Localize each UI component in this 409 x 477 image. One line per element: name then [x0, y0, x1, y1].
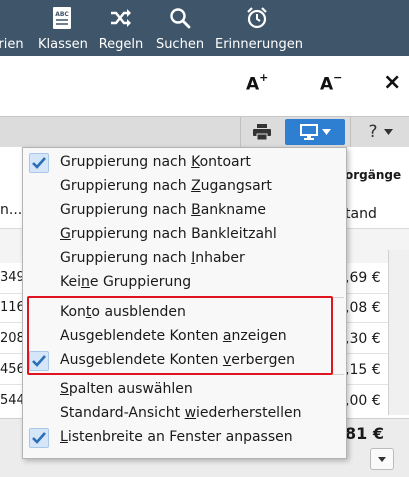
menu-item[interactable]: Ausgeblendete Konten anzeigen [23, 325, 346, 349]
printer-icon [253, 124, 271, 140]
table-cell: 456 [0, 362, 24, 377]
menu-item[interactable]: Gruppierung nach Zugangsart [23, 175, 346, 199]
menu-item-mnemonic: Z [191, 178, 201, 194]
checkmark-icon [29, 351, 49, 371]
menu-item-mnemonic: B [191, 202, 201, 218]
toolbar-label: Erinnerungen [215, 37, 303, 52]
checkmark-slot [29, 249, 49, 269]
checkmark-slot [29, 177, 49, 197]
menu-item-mnemonic: K [191, 154, 200, 170]
toolbar-calendar-button[interactable]: rien [0, 6, 26, 52]
menu-item-label: Ausgeblendete Konten anzeigen [60, 328, 287, 344]
print-button[interactable] [240, 117, 283, 147]
menu-item-label: Ausgeblendete Konten verbergen [60, 352, 295, 368]
menu-item-mnemonic: n [81, 274, 90, 290]
font-size-bar: A+ A− × [0, 56, 409, 116]
help-button[interactable]: ? [350, 117, 409, 147]
table-section-header: orgänge [345, 168, 402, 182]
menu-item[interactable]: Gruppierung nach Inhaber [23, 247, 346, 271]
menu-item-label: Gruppierung nach Kontoart [60, 154, 251, 170]
alarm-clock-icon [215, 6, 299, 30]
column-header-name[interactable]: n... [0, 202, 22, 218]
close-icon[interactable]: × [383, 70, 401, 95]
checkmark-slot [29, 404, 49, 424]
menu-item-label: Gruppierung nach Bankleitzahl [60, 226, 277, 242]
table-cell: 544 [0, 393, 24, 408]
menu-item-mnemonic: a [222, 328, 232, 344]
toolbar-regeln-button[interactable]: Regeln [98, 6, 144, 52]
checkmark-slot [29, 303, 49, 323]
chevron-down-icon [378, 456, 386, 462]
toolbar-klassen-button[interactable]: ABC Klassen [38, 6, 88, 52]
toolbar-suchen-button[interactable]: Suchen [155, 6, 205, 52]
checkmark-icon [29, 428, 49, 448]
table-cell: ,69 € [345, 270, 381, 286]
checkmark-slot [29, 273, 49, 293]
table-cell: ,30 € [345, 331, 381, 347]
menu-item-label: Gruppierung nach Zugangsart [60, 178, 272, 194]
search-icon [155, 6, 205, 30]
increase-font-button[interactable]: A+ [246, 71, 268, 95]
menu-item-label: Konto ausblenden [60, 304, 186, 320]
checkmark-icon [29, 153, 49, 173]
menu-item-mnemonic: w [184, 405, 197, 421]
main-toolbar: rien ABC Klassen Regeln Suchen Erinnerun… [0, 0, 409, 56]
menu-separator [54, 297, 344, 298]
decrease-font-button[interactable]: A− [320, 71, 342, 95]
svg-text:ABC: ABC [55, 11, 69, 18]
menu-item[interactable]: Konto ausblenden [23, 301, 346, 325]
toolbar-label: Suchen [155, 37, 205, 52]
toolbar-label: Regeln [98, 37, 144, 52]
menu-item[interactable]: Listenbreite an Fenster anpassen [23, 426, 346, 450]
abc-list-icon: ABC [38, 6, 86, 30]
toolbar-label: Klassen [38, 37, 88, 52]
menu-item[interactable]: Gruppierung nach Bankleitzahl [23, 223, 346, 247]
menu-item-mnemonic: S [60, 381, 69, 397]
view-options-menu: Gruppierung nach Kontoart Gruppierung nac… [22, 147, 347, 459]
menu-item-mnemonic: L [60, 429, 68, 445]
total-value: 81 € [345, 424, 384, 443]
table-cell: ,15 € [345, 362, 381, 378]
checkmark-slot [29, 225, 49, 245]
table-cell: 208 [0, 331, 24, 346]
calendar-icon [0, 6, 26, 30]
menu-item[interactable]: Gruppierung nach Bankname [23, 199, 346, 223]
shuffle-icon [98, 6, 144, 30]
checkmark-slot [29, 327, 49, 347]
help-label: ? [368, 122, 378, 142]
chevron-down-icon [321, 129, 331, 135]
footer-dropdown-button[interactable] [370, 448, 394, 470]
menu-item[interactable]: Spalten auswählen [23, 378, 346, 402]
toolbar-erinnerungen-button[interactable]: Erinnerungen [215, 6, 303, 52]
menu-item-mnemonic: v [222, 352, 232, 368]
toolbar-label: rien [0, 37, 24, 52]
action-bar: ? [0, 116, 409, 148]
menu-item[interactable]: Standard-Ansicht wiederherstellen [23, 402, 346, 426]
chevron-down-icon [383, 129, 393, 135]
menu-item-label: Standard-Ansicht wiederherstellen [60, 405, 302, 421]
table-cell: ,00 € [345, 393, 381, 409]
menu-item-label: Keine Gruppierung [60, 274, 192, 290]
menu-item[interactable]: Keine Gruppierung [23, 271, 346, 295]
checkmark-slot [29, 380, 49, 400]
view-options-button[interactable] [285, 119, 345, 145]
table-cell: ,08 € [345, 300, 381, 316]
menu-item-label: Gruppierung nach Inhaber [60, 250, 245, 266]
menu-item-label: Listenbreite an Fenster anpassen [60, 429, 293, 445]
column-header-balance[interactable]: tand [345, 206, 377, 222]
menu-item[interactable]: Gruppierung nach Kontoart [23, 151, 346, 175]
table-cell: 349 [0, 270, 24, 285]
menu-separator [54, 374, 344, 375]
vertical-scrollbar[interactable] [388, 250, 409, 415]
menu-item-label: Gruppierung nach Bankname [60, 202, 266, 218]
checkmark-slot [29, 201, 49, 221]
menu-item-mnemonic: G [60, 226, 71, 242]
menu-item[interactable]: Ausgeblendete Konten verbergen [23, 349, 346, 373]
menu-item-label: Spalten auswählen [60, 381, 193, 397]
monitor-icon [299, 124, 318, 140]
table-cell: 116 [0, 300, 24, 315]
